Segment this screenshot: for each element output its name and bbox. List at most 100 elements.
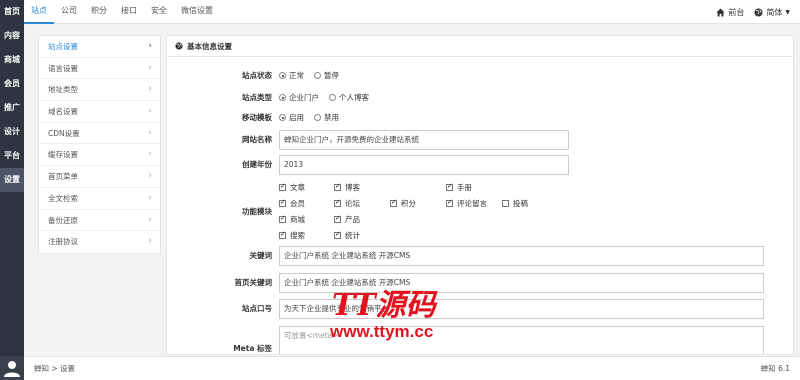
module-forum-checkbox[interactable]: 论坛 — [334, 198, 360, 209]
breadcrumb[interactable]: 蝉知 > 设置 — [34, 357, 75, 380]
submenu-item-home-menu[interactable]: 首页菜单 › — [39, 166, 160, 188]
chevron-right-icon: › — [148, 106, 152, 117]
submenu-item-cache[interactable]: 缓存设置 › — [39, 144, 160, 167]
checkbox-on-icon — [279, 230, 286, 239]
module-member-checkbox[interactable]: 会员 — [279, 198, 305, 209]
checkbox-on-icon — [446, 198, 453, 207]
nav-item-platform[interactable]: 平台 — [0, 144, 24, 168]
chevron-right-icon: › — [148, 171, 152, 182]
radio-on-icon — [279, 94, 286, 101]
radio-off-icon — [314, 114, 321, 121]
globe-icon — [754, 7, 763, 17]
top-bar: 站点 公司 积分 接口 安全 微信设置 前台 简体 ▼ — [24, 0, 800, 24]
language-label: 简体 — [766, 7, 783, 17]
checkbox-label: 商城 — [290, 215, 305, 224]
modules-label: 功能模块 — [242, 207, 272, 216]
checkbox-label: 博客 — [345, 183, 360, 192]
index-keywords-input[interactable]: 企业门户系统 企业建站系统 开源CMS — [279, 273, 764, 293]
mobile-disable-radio[interactable]: 禁用 — [314, 112, 339, 123]
chevron-right-icon: › — [148, 192, 152, 203]
radio-label: 启用 — [289, 113, 304, 122]
module-comments-checkbox[interactable]: 评论留言 — [446, 198, 487, 209]
site-name-input[interactable]: 蝉知企业门户，开源免费的企业建站系统 — [279, 130, 569, 150]
checkbox-label: 会员 — [290, 199, 305, 208]
site-name-label: 网站名称 — [242, 135, 272, 144]
tab-security[interactable]: 安全 — [144, 0, 174, 24]
module-blog-checkbox[interactable]: 博客 — [334, 182, 360, 193]
submenu-label: CDN设置 — [48, 128, 80, 138]
language-select[interactable]: 简体 ▼ — [754, 7, 790, 18]
chevron-right-icon: › — [148, 84, 152, 95]
slogan-label: 站点口号 — [242, 304, 272, 313]
status-normal-radio[interactable]: 正常 — [279, 70, 304, 81]
submenu-item-backup[interactable]: 备份还原 › — [39, 210, 160, 232]
tab-site[interactable]: 站点 — [24, 0, 54, 24]
radio-label: 企业门户 — [289, 93, 319, 102]
submenu-label: 注册协议 — [48, 237, 78, 247]
slogan-input[interactable]: 为天下企业提供专业的营销平台 — [279, 299, 764, 319]
settings-submenu: 站点设置 › 语言设置 › 地址类型 › 域名设置 › CDN设置 › 缓存设置 › 首页菜… — [38, 35, 161, 254]
panel-header: 基本信息设置 — [167, 36, 793, 57]
module-submission-checkbox[interactable]: 投稿 — [502, 198, 528, 209]
submenu-item-agreement[interactable]: 注册协议 › — [39, 231, 160, 253]
year-input[interactable]: 2013 — [279, 155, 569, 175]
front-link[interactable]: 前台 — [716, 7, 744, 18]
year-label: 创建年份 — [242, 160, 272, 169]
module-stats-checkbox[interactable]: 统计 — [334, 230, 360, 241]
tab-points[interactable]: 积分 — [84, 0, 114, 24]
module-points-checkbox[interactable]: 积分 — [390, 198, 416, 209]
chevron-right-icon: › — [148, 62, 152, 73]
status-paused-radio[interactable]: 暂停 — [314, 70, 339, 81]
nav-item-promotion[interactable]: 推广 — [0, 96, 24, 120]
radio-label: 个人博客 — [339, 93, 369, 102]
radio-on-icon — [279, 72, 286, 79]
mobile-enable-radio[interactable]: 启用 — [279, 112, 304, 123]
caret-down-icon: ▼ — [785, 8, 790, 16]
submenu-label: 缓存设置 — [48, 150, 78, 160]
radio-label: 正常 — [289, 71, 304, 80]
checkbox-on-icon — [446, 182, 453, 191]
module-product-checkbox[interactable]: 产品 — [334, 214, 360, 225]
chevron-right-icon: › — [148, 127, 152, 138]
submenu-item-cdn[interactable]: CDN设置 › — [39, 123, 160, 145]
module-search-checkbox[interactable]: 搜索 — [279, 230, 305, 241]
nav-item-shop[interactable]: 商城 — [0, 48, 24, 72]
nav-item-members[interactable]: 会员 — [0, 72, 24, 96]
checkbox-on-icon — [334, 230, 341, 239]
nav-item-home[interactable]: 首页 — [0, 0, 24, 24]
footer-bar: 蝉知 > 设置 蝉知 6.1 — [24, 356, 800, 380]
type-portal-radio[interactable]: 企业门户 — [279, 92, 319, 103]
checkbox-on-icon — [334, 182, 341, 191]
checkbox-on-icon — [390, 198, 397, 207]
submenu-label: 域名设置 — [48, 107, 78, 117]
submenu-label: 全文检索 — [48, 193, 78, 203]
tab-company[interactable]: 公司 — [54, 0, 84, 24]
module-manual-checkbox[interactable]: 手册 — [446, 182, 472, 193]
checkbox-label: 积分 — [401, 199, 416, 208]
nav-item-content[interactable]: 内容 — [0, 24, 24, 48]
module-article-checkbox[interactable]: 文章 — [279, 182, 305, 193]
nav-item-design[interactable]: 设计 — [0, 120, 24, 144]
submenu-item-domain[interactable]: 域名设置 › — [39, 101, 160, 123]
type-blog-radio[interactable]: 个人博客 — [329, 92, 369, 103]
tab-wechat[interactable]: 微信设置 — [174, 0, 220, 24]
module-shop-checkbox[interactable]: 商城 — [279, 214, 305, 225]
radio-label: 禁用 — [324, 113, 339, 122]
left-nav: 首页 内容 商城 会员 推广 设计 平台 设置 — [0, 0, 24, 380]
submenu-item-language[interactable]: 语言设置 › — [39, 58, 160, 80]
version-label: 蝉知 6.1 — [760, 364, 790, 373]
checkbox-label: 文章 — [290, 183, 305, 192]
submenu-item-site[interactable]: 站点设置 › — [39, 36, 160, 58]
tab-api[interactable]: 接口 — [114, 0, 144, 24]
meta-textarea[interactable]: 可放置<meta> — [279, 326, 764, 354]
submenu-item-fulltext-search[interactable]: 全文检索 › — [39, 188, 160, 210]
user-avatar[interactable] — [0, 356, 24, 380]
submenu-item-address-type[interactable]: 地址类型 › — [39, 79, 160, 102]
chevron-right-icon: › — [148, 149, 152, 160]
index-keywords-label: 首页关键词 — [234, 278, 273, 287]
front-label: 前台 — [728, 7, 745, 17]
nav-item-settings[interactable]: 设置 — [0, 168, 24, 192]
keywords-input[interactable]: 企业门户系统 企业建站系统 开源CMS — [279, 246, 764, 266]
checkbox-on-icon — [334, 198, 341, 207]
checkbox-label: 产品 — [345, 215, 360, 224]
